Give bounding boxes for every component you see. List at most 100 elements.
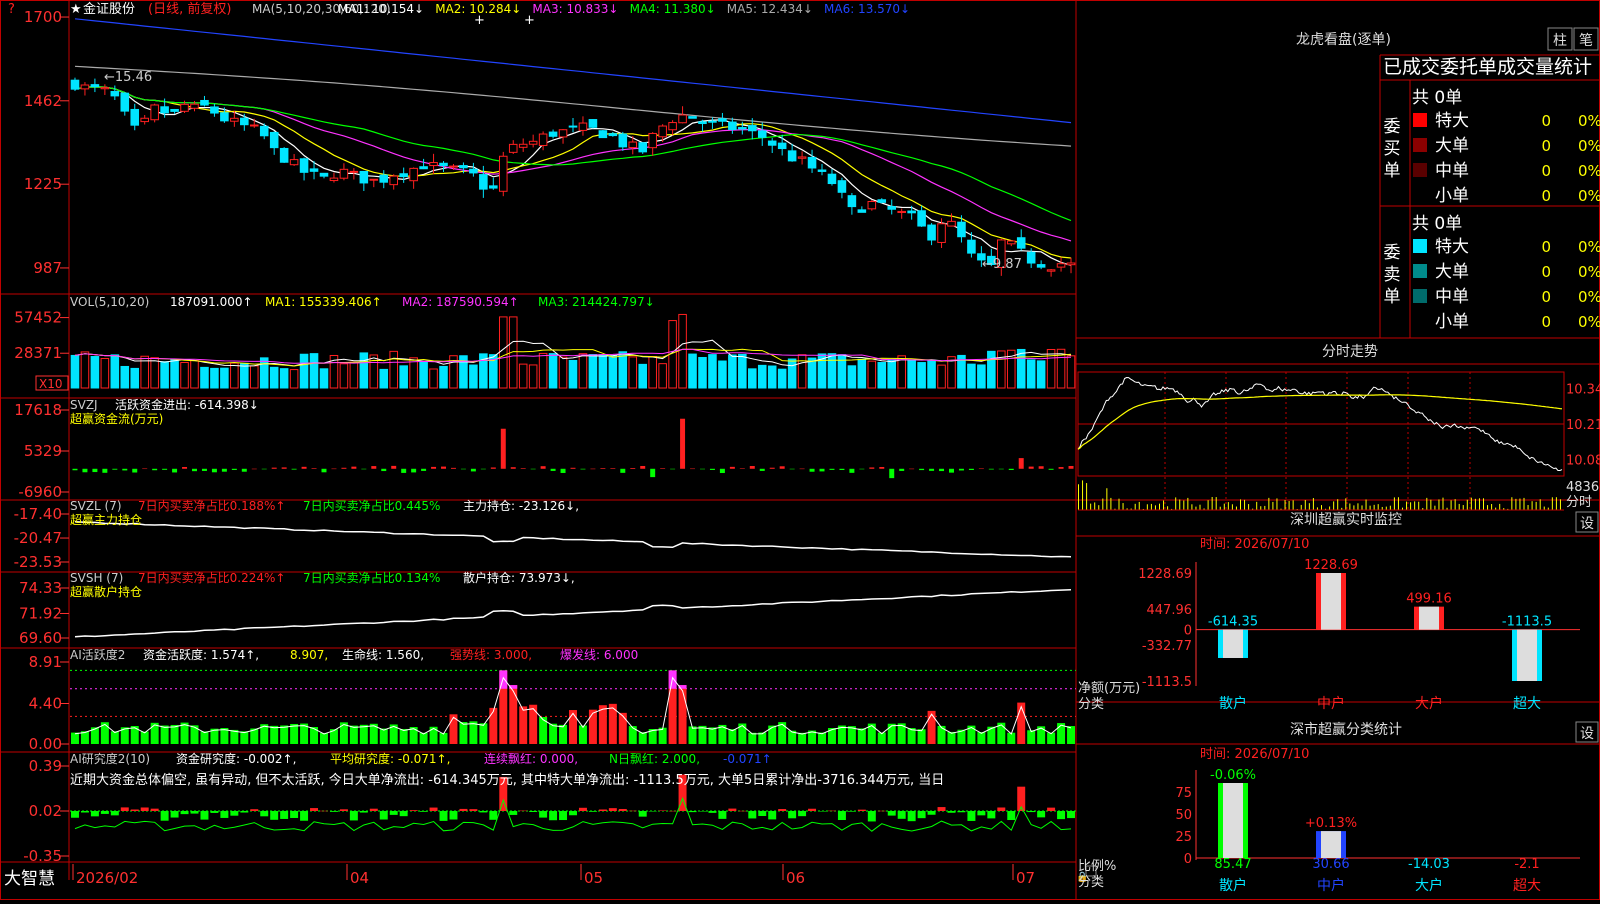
intraday-price-tick: 10.21 (1566, 418, 1600, 433)
retail-holding-line (74, 589, 1072, 638)
intraday-volume-bar (1106, 488, 1108, 510)
fund-flow-bar (958, 468, 964, 471)
volume-bar (678, 313, 687, 389)
activity-bar (728, 729, 737, 744)
research-bar (837, 811, 846, 821)
research-bar (967, 811, 976, 821)
research-bar (399, 811, 408, 817)
research-bar (429, 807, 438, 811)
classify-value: 30.66 (1312, 857, 1349, 872)
research-bar (300, 811, 309, 821)
classify-settings-label: 设 (1580, 726, 1594, 742)
fund-flow-bar (1068, 465, 1074, 469)
intraday-volume-bar (1333, 501, 1335, 510)
intraday-volume-bar (1458, 503, 1460, 510)
fund-flow-bar (859, 468, 865, 470)
vol-value: 187091.000↑ (170, 295, 253, 309)
volume-bar (319, 368, 329, 389)
intraday-volume-bar (1321, 505, 1322, 510)
volume-bar (777, 368, 787, 389)
volume-bar (718, 360, 727, 389)
kline-workspace[interactable]: 1700 1462 1225 987 ←15.46 ←9.87 ★ 金证股份 (日线, 前复权)… (0, 0, 1600, 900)
research-bar (1067, 811, 1076, 819)
activity-bar (569, 710, 577, 744)
y-tick-label: 5329 (24, 442, 62, 460)
classify-value: 85.47 (1214, 857, 1251, 872)
svzj-title: 活跃资金进出: -614.398↓ (115, 397, 259, 412)
chart-period: (日线, 前复权) (148, 1, 231, 17)
activity-bar (349, 725, 358, 744)
volume-bar (399, 365, 408, 389)
volume-bar (70, 354, 80, 389)
fund-flow-bar (520, 468, 526, 469)
candle-body (329, 177, 339, 182)
research-bar (887, 811, 896, 816)
date-label: 05 (584, 869, 603, 887)
volume-bar (339, 363, 349, 389)
volume-bar (269, 366, 279, 389)
research-bar (409, 810, 418, 811)
fund-flow-bar (431, 466, 437, 469)
intraday-volume-bar (1483, 498, 1484, 510)
candle-body (678, 114, 687, 124)
research-bar (867, 811, 876, 822)
activity-bar (310, 727, 319, 744)
research-bar (479, 811, 488, 813)
activity-bar (140, 731, 149, 744)
intraday-volume-bar (1515, 498, 1517, 510)
ma-value-3: MA3: 10.833↓ (532, 2, 618, 16)
candle-body (210, 106, 219, 114)
intraday-volume-bar (1215, 497, 1217, 510)
research-bar (818, 811, 826, 812)
research-bar (628, 810, 637, 812)
intraday-volume-bar (1264, 505, 1266, 510)
intraday-volume-bar (1393, 497, 1395, 510)
intraday-volume-bar (1353, 505, 1355, 510)
y-tick-label: -20.47 (14, 529, 62, 547)
intraday-volume-bar (1211, 497, 1213, 510)
svsh-subtitle: 超赢散户持仓 (70, 584, 142, 599)
candle-body (598, 130, 608, 139)
svsh-text-3: 散户持仓: 73.973↓, (463, 570, 575, 585)
volume-bar (80, 351, 90, 389)
brand-logo: 大智慧 (4, 869, 55, 889)
volume-bar (598, 354, 608, 389)
buy-row-count: 0 (1541, 162, 1551, 180)
fund-flow-bar (570, 467, 576, 469)
buy-row-name: 小单 (1435, 186, 1469, 206)
activity-bar (628, 726, 637, 744)
candle-body (489, 185, 498, 189)
fund-flow-bar (699, 468, 705, 470)
volume-bar (767, 365, 777, 389)
fund-flow-bar (530, 468, 536, 470)
activity-bar (170, 724, 179, 744)
volume-bar (170, 359, 179, 389)
activity-bar (818, 732, 826, 744)
crosshair-marker: + (524, 13, 535, 28)
activity-bar (798, 732, 807, 744)
research-bar (230, 811, 239, 816)
research-bar (987, 811, 996, 819)
classify-y-tick: 25 (1175, 830, 1192, 845)
activity-bar (588, 709, 597, 744)
volume-bar (210, 367, 219, 389)
intraday-volume-bar (1110, 497, 1112, 510)
research-bar (827, 810, 836, 812)
star-icon: ★ (70, 2, 82, 17)
activity-bar (1067, 726, 1076, 744)
volume-bar (967, 363, 976, 389)
research-bar (329, 811, 338, 812)
volume-bar (917, 362, 926, 389)
intraday-volume-bar (1535, 501, 1537, 510)
intraday-volume-bar (1223, 503, 1225, 510)
candle-body (110, 91, 120, 97)
candle-body (409, 167, 418, 182)
candle-body (728, 121, 737, 130)
candle-body (937, 223, 946, 243)
candle-body (528, 140, 538, 145)
volume-bar (887, 359, 897, 389)
fund-flow-bar (122, 468, 128, 471)
intraday-volume-bar (1150, 503, 1152, 510)
candle-body (718, 118, 727, 122)
fund-flow-bar (909, 468, 915, 470)
